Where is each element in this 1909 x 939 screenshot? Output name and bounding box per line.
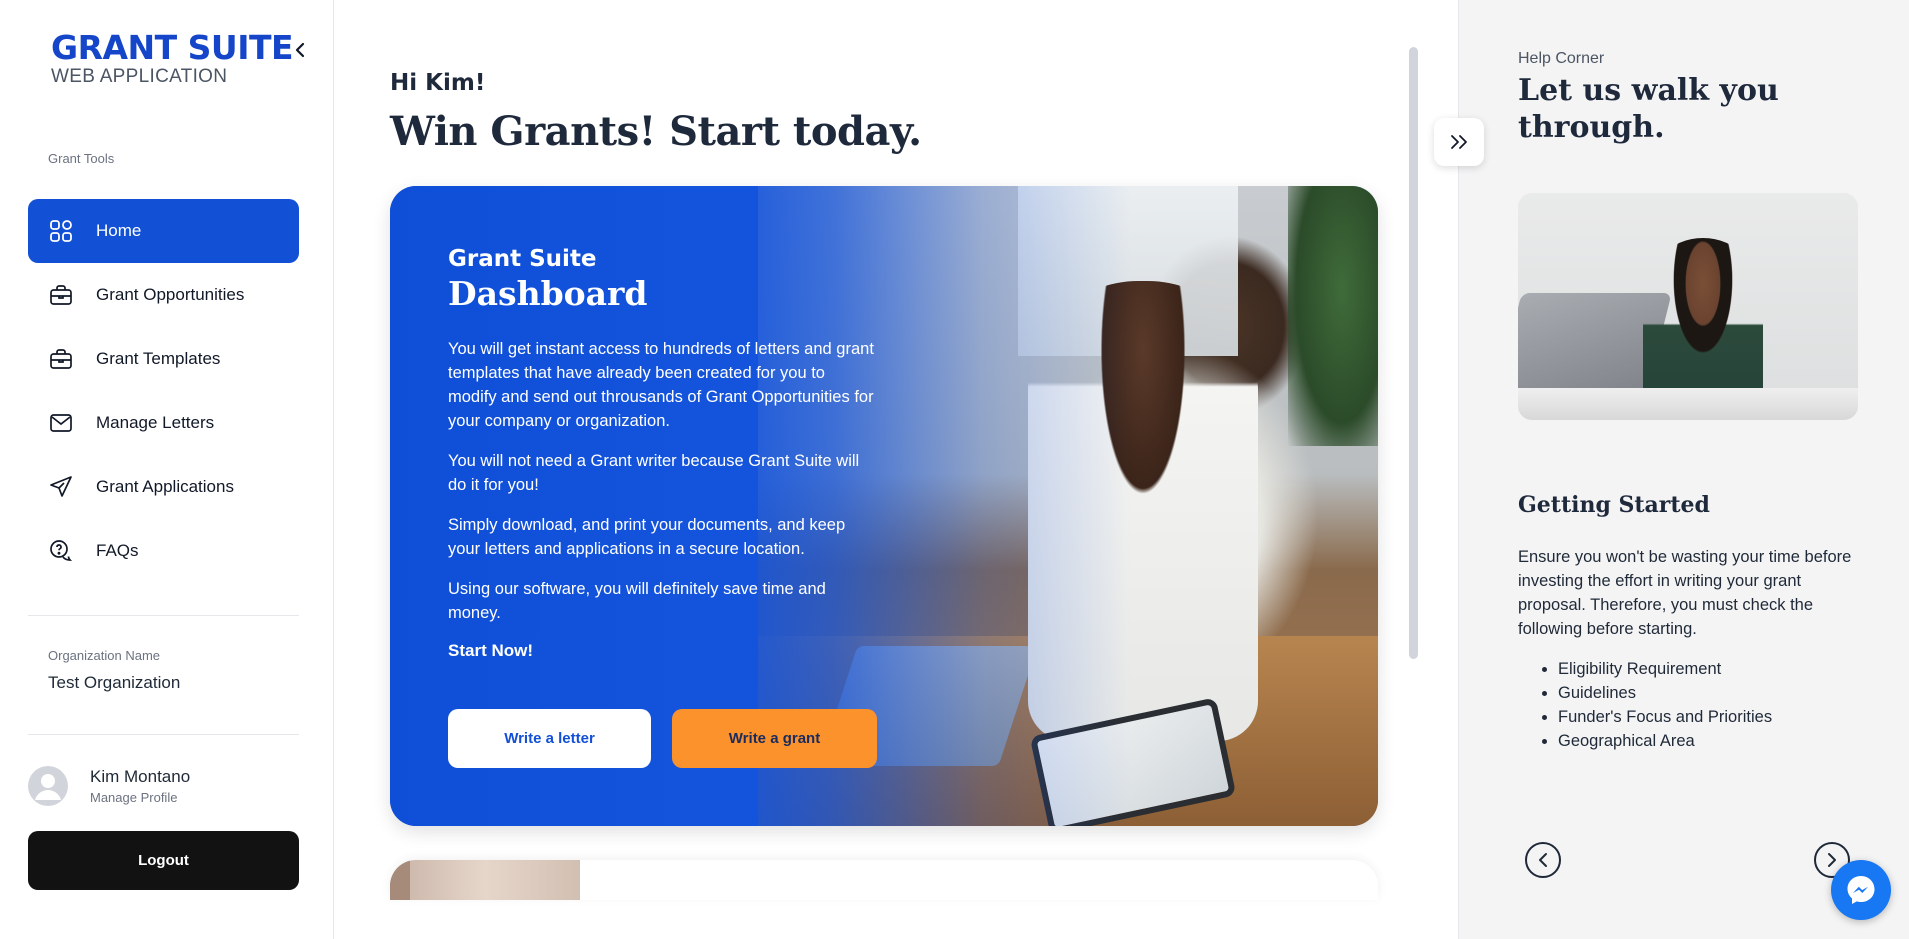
sidebar-item-label: FAQs (96, 541, 139, 560)
sidebar-item-faqs[interactable]: FAQs (28, 519, 299, 583)
sidebar-nav: Home Grant Opportunities Grant Templates… (28, 199, 299, 583)
sidebar: GRANT SUITE WEB APPLICATION Grant Tools … (0, 0, 334, 939)
main-content: Hi Kim! Win Grants! Start today. Grant S… (335, 0, 1458, 939)
sidebar-item-label: Home (96, 221, 142, 240)
sidebar-item-label: Grant Templates (96, 349, 221, 368)
list-item: Guidelines (1558, 681, 1772, 705)
grid-icon (48, 218, 74, 244)
chevron-left-icon (295, 42, 305, 58)
logo[interactable]: GRANT SUITE WEB APPLICATION (51, 28, 294, 88)
chevrons-right-icon (1451, 135, 1467, 149)
messenger-chat-button[interactable] (1831, 860, 1891, 920)
hero-paragraph: You will get instant access to hundreds … (448, 340, 874, 430)
mail-icon (48, 410, 74, 436)
sidebar-item-home[interactable]: Home (28, 199, 299, 263)
list-item: Funder's Focus and Priorities (1558, 705, 1772, 729)
hero-content: Grant Suite Dashboard You will get insta… (448, 246, 878, 661)
hero-paragraph: Simply download, and print your document… (448, 516, 846, 558)
help-checklist: Eligibility Requirement Guidelines Funde… (1558, 657, 1772, 753)
dashboard-hero-card: Grant Suite Dashboard You will get insta… (390, 186, 1378, 826)
manage-profile-link[interactable]: Manage Profile (90, 790, 190, 805)
profile[interactable]: Kim Montano Manage Profile (28, 766, 190, 806)
sidebar-item-label: Manage Letters (96, 413, 215, 432)
start-now-label: Start Now! (448, 641, 533, 660)
divider (28, 615, 299, 616)
sidebar-item-grant-templates[interactable]: Grant Templates (28, 327, 299, 391)
logo-subtitle: WEB APPLICATION (51, 66, 228, 87)
divider (28, 734, 299, 735)
next-card (390, 860, 1378, 900)
send-icon (48, 474, 74, 500)
help-photo (1518, 193, 1858, 420)
hero-kicker: Grant Suite (448, 246, 597, 272)
write-grant-button[interactable]: Write a grant (672, 709, 877, 768)
help-photo-desk (1518, 388, 1858, 420)
user-icon (35, 774, 61, 800)
briefcase-icon (48, 346, 74, 372)
avatar (28, 766, 68, 806)
sidebar-item-label: Grant Applications (96, 477, 234, 496)
list-item: Geographical Area (1558, 729, 1772, 753)
scrollbar[interactable] (1409, 47, 1418, 659)
sidebar-item-grant-applications[interactable]: Grant Applications (28, 455, 299, 519)
page-title: Win Grants! Start today. (390, 108, 922, 155)
section-label: Grant Tools (48, 151, 115, 166)
carousel-prev-button[interactable] (1525, 842, 1561, 878)
list-item: Eligibility Requirement (1558, 657, 1772, 681)
toggle-help-panel-button[interactable] (1434, 118, 1484, 166)
sidebar-item-manage-letters[interactable]: Manage Letters (28, 391, 299, 455)
write-letter-button[interactable]: Write a letter (448, 709, 651, 768)
chevron-left-icon (1539, 853, 1547, 867)
chevron-right-icon (1828, 853, 1836, 867)
messenger-icon (1847, 876, 1875, 904)
org-name: Test Organization (48, 673, 181, 692)
hero-paragraph: You will not need a Grant writer because… (448, 452, 860, 494)
sidebar-item-label: Grant Opportunities (96, 285, 245, 304)
hero-paragraph: Using our software, you will definitely … (448, 580, 826, 622)
help-title: Let us walk you through. (1518, 73, 1779, 145)
next-card-image (390, 860, 580, 900)
profile-text: Kim Montano Manage Profile (90, 767, 190, 805)
hero-title: Dashboard (448, 274, 648, 313)
help-label: Help Corner (1518, 50, 1605, 67)
org-label: Organization Name (48, 648, 160, 663)
sidebar-item-grant-opportunities[interactable]: Grant Opportunities (28, 263, 299, 327)
briefcase-icon (48, 282, 74, 308)
next-card-image-edge (390, 860, 410, 900)
profile-name: Kim Montano (90, 767, 191, 786)
app: GRANT SUITE WEB APPLICATION Grant Tools … (0, 0, 1909, 939)
collapse-sidebar-button[interactable] (289, 38, 311, 62)
logo-title: GRANT SUITE (51, 28, 294, 67)
hero-buttons: Write a letter Write a grant (448, 709, 877, 768)
help-text: Ensure you won't be wasting your time be… (1518, 548, 1852, 638)
help-chat-icon (48, 538, 74, 564)
greeting: Hi Kim! (390, 70, 486, 96)
help-subtitle: Getting Started (1518, 492, 1710, 518)
logout-button[interactable]: Logout (28, 831, 299, 890)
help-panel: Help Corner Let us walk you through. Get… (1458, 0, 1909, 939)
